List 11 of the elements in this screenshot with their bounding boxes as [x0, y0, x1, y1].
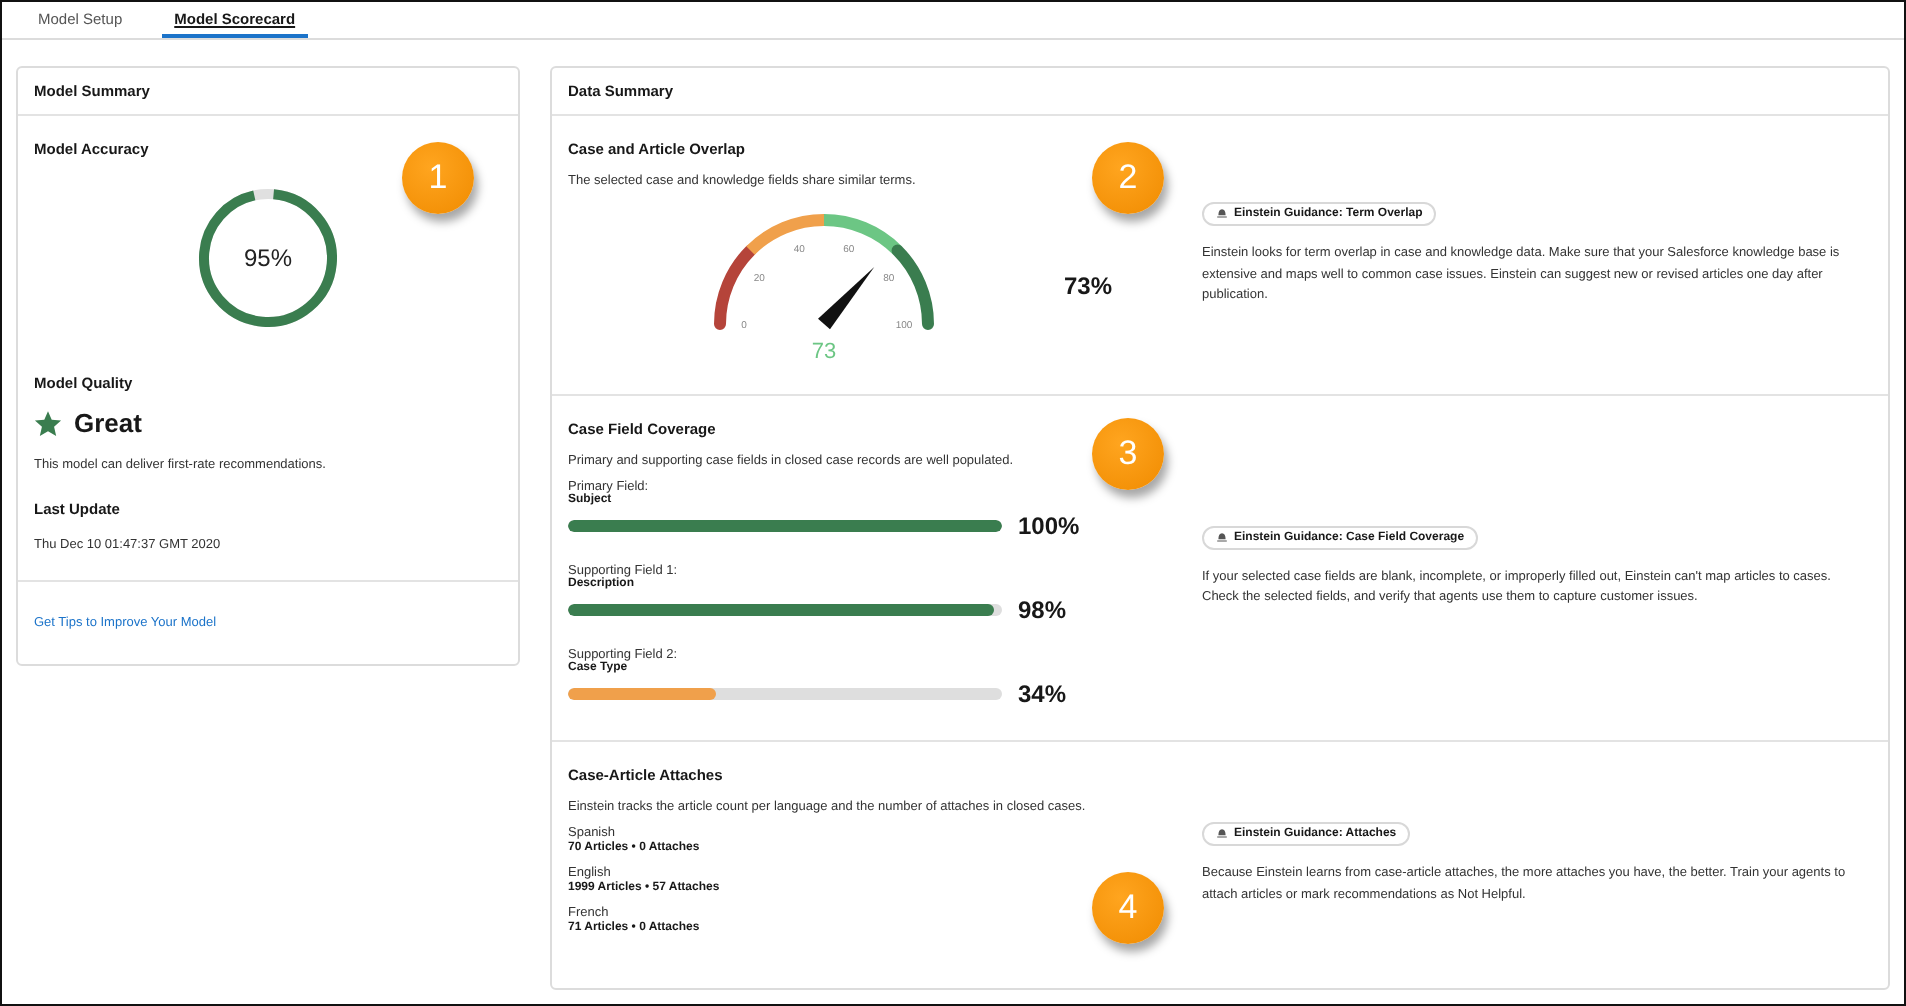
overlap-reading: 73%: [1064, 271, 1113, 299]
coverage-reading: 34%: [1018, 680, 1067, 708]
hat-icon: [1216, 208, 1228, 221]
coverage-reading: 100%: [1018, 512, 1080, 540]
coverage-reading: 98%: [1018, 596, 1067, 624]
gauge-value: 73: [811, 340, 837, 364]
star-icon: [34, 409, 62, 437]
quality-rating: Great: [74, 408, 142, 438]
hat-icon: [1216, 531, 1228, 544]
hat-icon: [1216, 828, 1228, 841]
needle-icon: [818, 267, 875, 330]
